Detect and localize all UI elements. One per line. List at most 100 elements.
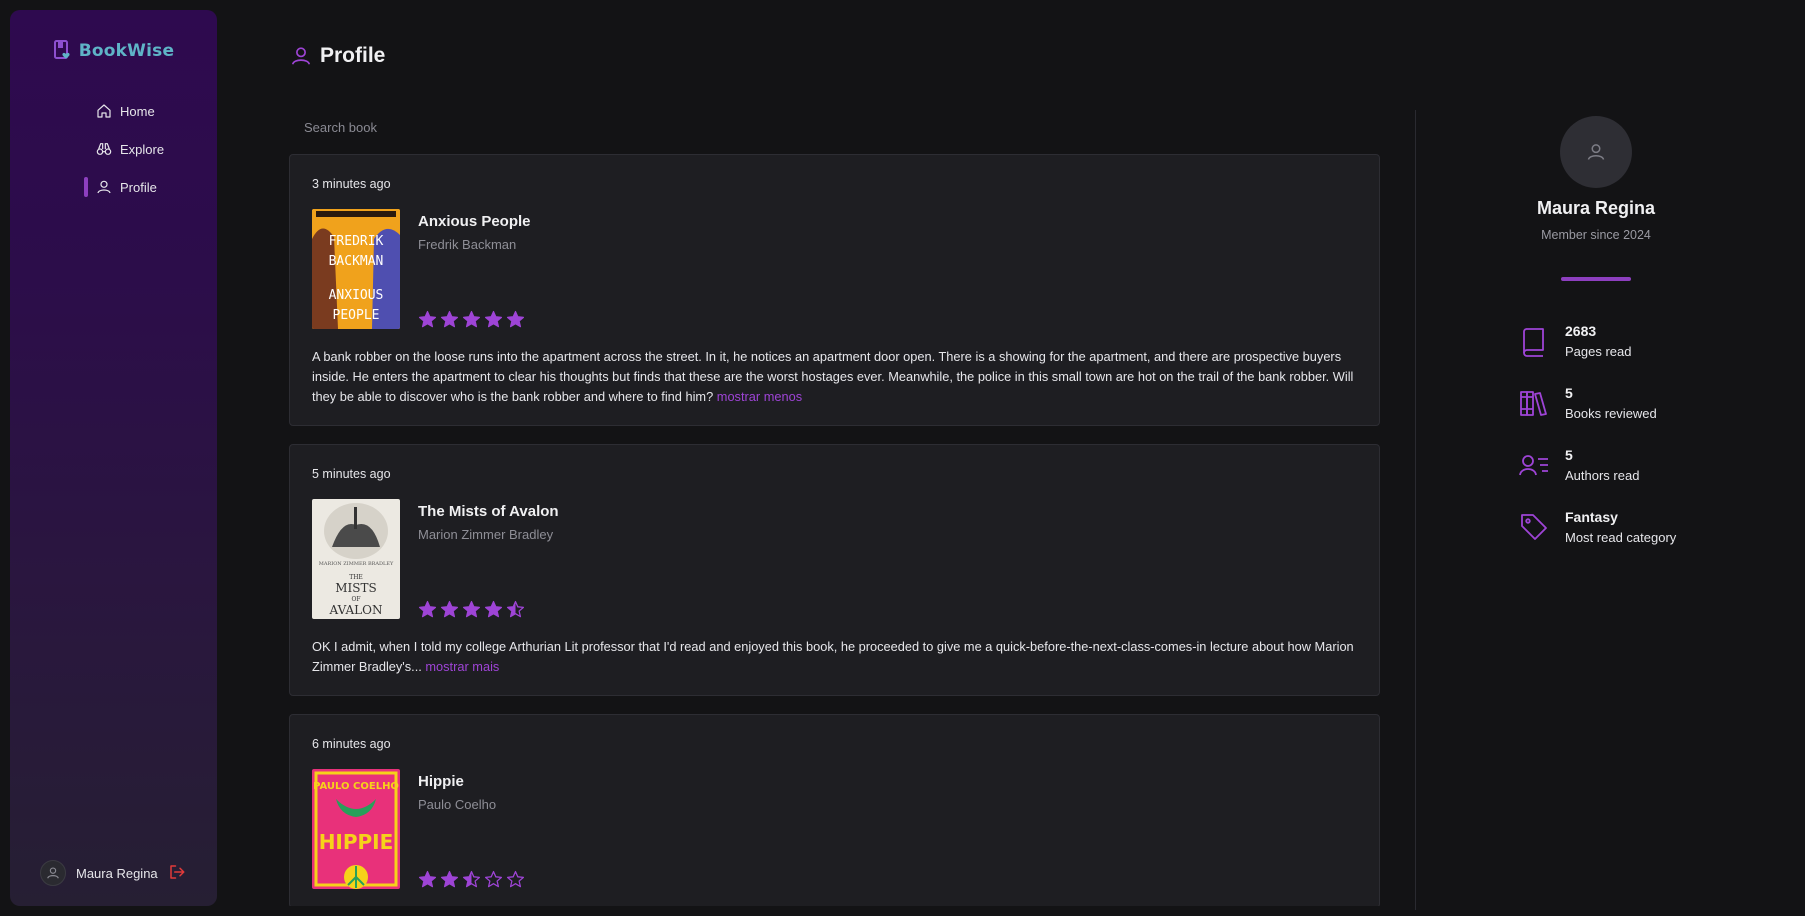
star-full-icon <box>418 870 437 888</box>
book-heart-icon <box>53 40 70 59</box>
review-time: 3 minutes ago <box>312 177 391 191</box>
stat-value: 5 <box>1565 447 1573 463</box>
star-full-icon <box>462 600 481 618</box>
logout-button[interactable] <box>168 863 186 884</box>
sidebar-item-explore[interactable]: Explore <box>74 136 164 162</box>
review-time: 5 minutes ago <box>312 467 391 481</box>
review-card: 6 minutes ago PAULO COELHO HIPPIE Hippie… <box>289 714 1380 906</box>
stat-label: Most read category <box>1565 530 1677 545</box>
book-title[interactable]: Anxious People <box>418 213 531 230</box>
profile-stats: 2683 Pages read 5 Books reviewed 5 Authors … <box>1518 321 1676 569</box>
accent-divider <box>1561 277 1631 281</box>
book-cover[interactable]: PAULO COELHO HIPPIE <box>312 769 400 889</box>
book-cover-art: PAULO COELHO HIPPIE <box>312 769 400 889</box>
star-rating <box>418 870 525 889</box>
star-half-icon <box>506 600 525 618</box>
cover-text: OF <box>351 596 360 603</box>
show-less-link[interactable]: mostrar menos <box>717 389 802 404</box>
tag-icon <box>1521 514 1547 540</box>
user-icon <box>1587 144 1605 160</box>
book-author: Paulo Coelho <box>418 797 497 812</box>
cover-text: PAULO COELHO <box>313 781 399 792</box>
review-time: 6 minutes ago <box>312 737 391 751</box>
library-icon <box>1520 391 1547 416</box>
book-row: PAULO COELHO HIPPIE Hippie Paulo Coelho <box>312 769 1358 889</box>
cover-text: PEOPLE <box>333 308 380 323</box>
star-empty-icon <box>484 870 503 888</box>
home-icon <box>97 104 111 118</box>
review-card: 3 minutes ago FREDRIK BACKMAN ANXIOUS PE… <box>289 154 1380 426</box>
cover-text: THE <box>349 574 363 581</box>
review-text: OK I admit, when I told my college Arthu… <box>312 637 1358 677</box>
cover-text: MISTS <box>335 581 376 595</box>
star-full-icon <box>440 310 459 328</box>
star-half-icon <box>462 870 481 888</box>
stat-value: 5 <box>1565 385 1573 401</box>
cover-text: BACKMAN <box>329 254 384 269</box>
cover-text: HIPPIE <box>319 830 394 854</box>
cover-text: ANXIOUS <box>329 288 384 303</box>
stat-label: Authors read <box>1565 468 1640 483</box>
sign-out-icon <box>169 864 185 879</box>
sidebar-user-name: Maura Regina <box>76 865 158 881</box>
stat-books-reviewed: 5 Books reviewed <box>1518 383 1676 423</box>
sidebar-nav: Home Explore Profile <box>74 98 164 212</box>
book-author: Marion Zimmer Bradley <box>418 527 554 542</box>
stat-label: Books reviewed <box>1565 406 1657 421</box>
profile-name: Maura Regina <box>1536 198 1656 218</box>
star-full-icon <box>440 870 459 888</box>
cover-text: AVALON <box>329 603 383 617</box>
book-title[interactable]: Hippie <box>418 773 525 790</box>
stat-label: Pages read <box>1565 344 1632 359</box>
stat-value: Fantasy <box>1565 509 1618 525</box>
star-full-icon <box>440 600 459 618</box>
stat-authors-read: 5 Authors read <box>1518 445 1676 485</box>
review-text: A bank robber on the loose runs into the… <box>312 347 1358 407</box>
stat-most-read-category: Fantasy Most read category <box>1518 507 1676 547</box>
book-author: Fredrik Backman <box>418 237 517 252</box>
star-rating <box>418 600 559 619</box>
page-title: Profile <box>290 44 385 68</box>
book-cover[interactable]: FREDRIK BACKMAN ANXIOUS PEOPLE <box>312 209 400 329</box>
app-name: BookWise <box>78 41 175 61</box>
sidebar-item-label: Profile <box>120 179 157 195</box>
profile-summary: Maura Regina Member since 2024 <box>1418 116 1774 281</box>
sidebar-item-label: Explore <box>120 141 165 157</box>
star-full-icon <box>462 310 481 328</box>
star-full-icon <box>418 600 437 618</box>
star-full-icon <box>506 310 525 328</box>
user-list-icon <box>1519 455 1548 476</box>
sidebar: BookWise Home Explore Profile Maura Regi… <box>10 10 217 906</box>
sidebar-item-profile[interactable]: Profile <box>74 174 164 200</box>
book-cover-art: MARION ZIMMER BRADLEY THE MISTS OF AVALO… <box>312 499 400 619</box>
star-rating <box>418 310 531 329</box>
stat-pages-read: 2683 Pages read <box>1518 321 1676 361</box>
avatar[interactable] <box>1560 116 1632 188</box>
stat-value: 2683 <box>1565 323 1597 339</box>
sidebar-item-home[interactable]: Home <box>74 98 164 124</box>
book-info: Hippie Paulo Coelho <box>418 769 525 889</box>
book-cover-art: FREDRIK BACKMAN ANXIOUS PEOPLE <box>312 209 400 329</box>
search-input[interactable] <box>289 112 1380 142</box>
user-icon <box>291 47 311 65</box>
book-row: FREDRIK BACKMAN ANXIOUS PEOPLE Anxious P… <box>312 209 1358 329</box>
star-full-icon <box>484 600 503 618</box>
book-icon <box>1523 328 1544 357</box>
show-more-link[interactable]: mostrar mais <box>425 659 499 674</box>
star-full-icon <box>418 310 437 328</box>
star-full-icon <box>484 310 503 328</box>
sidebar-user: Maura Regina <box>40 860 186 886</box>
book-row: MARION ZIMMER BRADLEY THE MISTS OF AVALO… <box>312 499 1358 619</box>
user-icon <box>97 180 111 194</box>
member-since: Member since 2024 <box>1541 228 1651 242</box>
binoculars-icon <box>96 143 112 155</box>
cover-text: MARION ZIMMER BRADLEY <box>319 561 394 567</box>
book-info: The Mists of Avalon Marion Zimmer Bradle… <box>418 499 559 619</box>
sidebar-item-label: Home <box>120 103 155 119</box>
book-title[interactable]: The Mists of Avalon <box>418 503 559 520</box>
review-body: A bank robber on the loose runs into the… <box>312 349 1354 404</box>
cover-text: FREDRIK <box>329 234 384 249</box>
app-logo[interactable]: BookWise <box>10 40 217 62</box>
book-cover[interactable]: MARION ZIMMER BRADLEY THE MISTS OF AVALO… <box>312 499 400 619</box>
avatar[interactable] <box>40 860 66 886</box>
